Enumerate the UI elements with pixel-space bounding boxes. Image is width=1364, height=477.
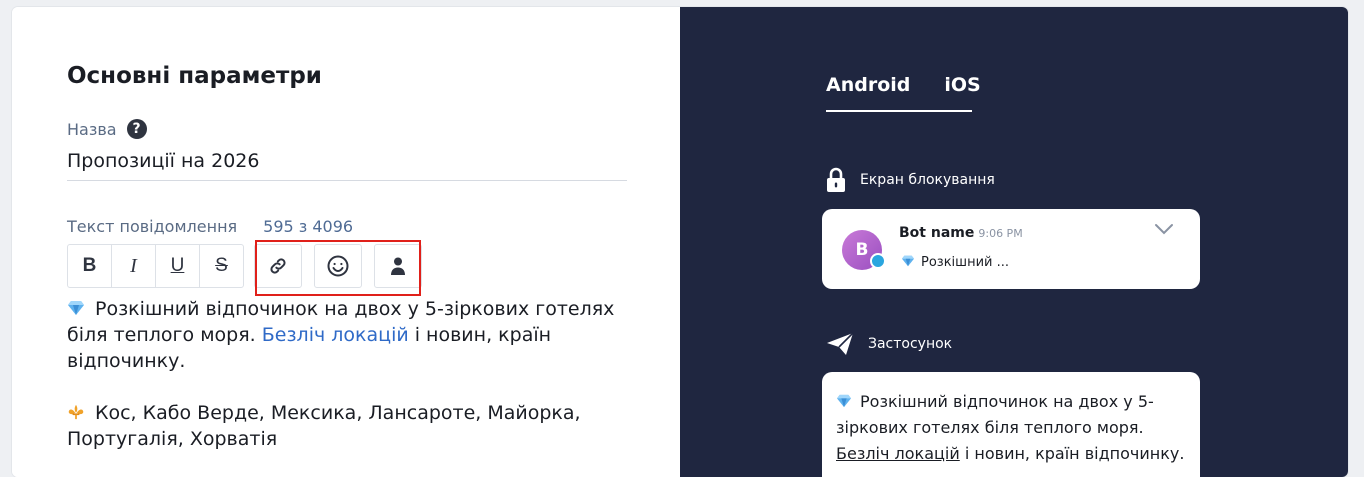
name-label-row: Назва ? (67, 119, 147, 139)
bot-name: Bot name (899, 225, 975, 241)
strikethrough-icon: S (215, 255, 228, 276)
chevron-down-icon[interactable] (1154, 223, 1174, 235)
editor-panel: Основні параметри Назва ? Пропозиції на … (12, 7, 680, 477)
lock-icon (827, 167, 845, 192)
gem-icon (837, 394, 851, 408)
app-section-title: Застосунок (868, 336, 953, 352)
preview-panel: Android iOS Екран блокування B Bot name 9… (680, 7, 1348, 477)
fleur-de-lis-icon (68, 404, 84, 420)
message-paragraph: Розкішний відпочинок на двох у 5-зіркови… (67, 296, 647, 374)
name-input-underline (67, 180, 627, 181)
bold-button[interactable]: B (68, 245, 112, 287)
underline-button[interactable]: U (156, 245, 200, 287)
lock-screen-notification: B Bot name 9:06 PM Розкішний ... (822, 209, 1200, 289)
message-char-counter: 595 з 4096 (263, 217, 354, 236)
platform-tabs: Android iOS (826, 74, 981, 106)
notification-preview-text: Розкішний ... (921, 255, 1009, 270)
app-message-preview: Розкішний відпочинок на двох у 5-зіркови… (822, 372, 1200, 477)
highlight-box (255, 240, 421, 296)
message-paragraph-2: Кос, Кабо Верде, Мексика, Лансароте, Май… (67, 400, 647, 452)
help-icon[interactable]: ? (126, 119, 147, 139)
name-input[interactable]: Пропозиції на 2026 (67, 150, 259, 172)
notification-header: Bot name 9:06 PM (899, 225, 1023, 241)
gem-icon (902, 255, 914, 267)
message-editor[interactable]: Розкішний відпочинок на двох у 5-зіркови… (67, 296, 647, 452)
text-style-group: B I U S (67, 244, 244, 288)
message-text-2: Кос, Кабо Верде, Мексика, Лансароте, Май… (67, 402, 581, 450)
lock-screen-section-header: Екран блокування (826, 167, 995, 193)
tabs-underline (826, 110, 972, 112)
bold-icon: B (82, 255, 97, 276)
strikethrough-button[interactable]: S (200, 245, 243, 287)
message-label: Текст повідомлення (67, 217, 238, 236)
tab-android[interactable]: Android (826, 74, 910, 106)
underline-icon: U (170, 255, 185, 276)
notification-preview: Розкішний ... (901, 255, 1009, 270)
name-label: Назва (67, 119, 117, 139)
italic-icon: I (130, 254, 137, 277)
app-section-header: Застосунок (826, 332, 952, 356)
app-message-body: Розкішний відпочинок на двох у 5-зіркови… (836, 392, 1154, 437)
tab-ios[interactable]: iOS (944, 74, 980, 106)
page-title: Основні параметри (67, 63, 322, 89)
app-message-tail: і новин, країн відпочинку. (959, 444, 1185, 463)
app-message-link[interactable]: Безліч локацій (836, 444, 960, 463)
app-message-text: Розкішний відпочинок на двох у 5-зіркови… (836, 389, 1188, 467)
message-label-row: Текст повідомлення 595 з 4096 (67, 217, 353, 236)
gem-icon (68, 301, 84, 315)
message-link[interactable]: Безліч локацій (262, 324, 409, 346)
italic-button[interactable]: I (112, 245, 156, 287)
telegram-badge-icon (870, 253, 886, 269)
send-icon (827, 332, 854, 355)
notification-time: 9:06 PM (978, 227, 1023, 240)
campaign-editor-card: Основні параметри Назва ? Пропозиції на … (12, 7, 1348, 477)
lock-screen-title: Екран блокування (860, 172, 995, 188)
